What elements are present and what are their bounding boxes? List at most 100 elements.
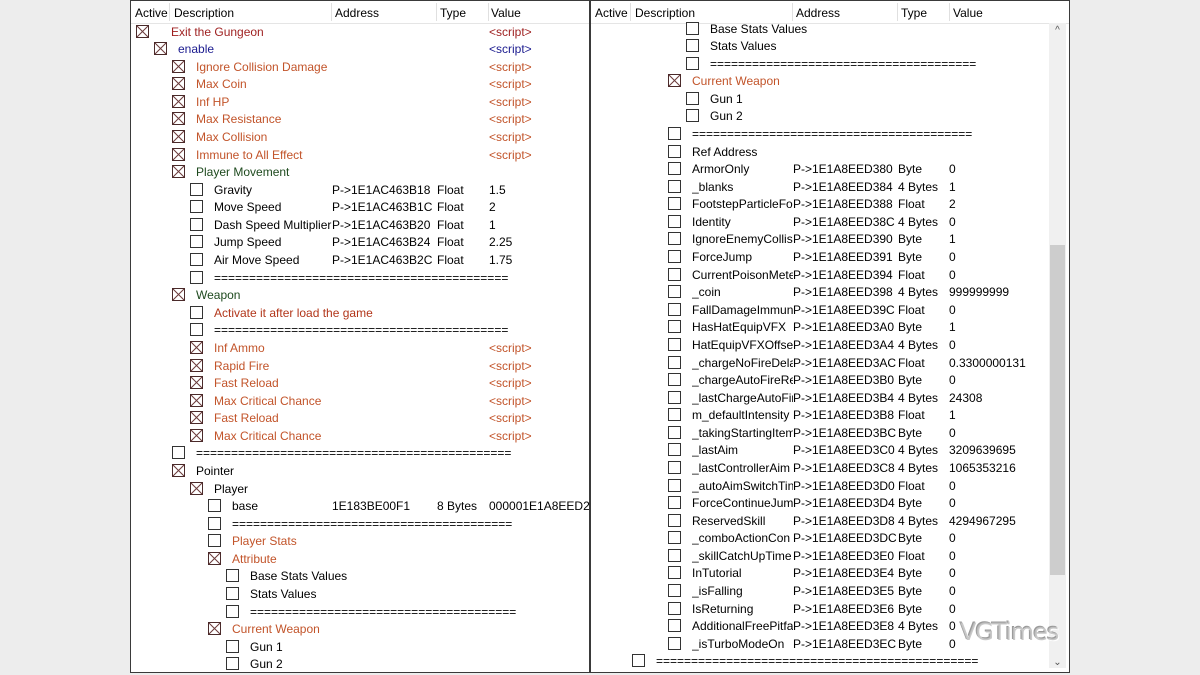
entry-description[interactable]: _chargeNoFireDela	[692, 356, 793, 370]
entry-value[interactable]: 3209639695	[949, 443, 1016, 457]
table-row[interactable]: enable <script>	[131, 40, 589, 58]
entry-value[interactable]: <script>	[489, 411, 532, 425]
checkbox[interactable]	[668, 548, 681, 562]
checkbox-checked[interactable]	[208, 622, 221, 636]
table-row[interactable]: _blanks P->1E1A8EED384 4 Bytes 1	[591, 178, 1069, 196]
entry-address[interactable]: P->1E1A8EED38C	[793, 215, 895, 229]
entry-value[interactable]: 1	[949, 408, 956, 422]
checkbox-checked[interactable]	[208, 551, 221, 565]
table-row[interactable]: Player Movement	[131, 163, 589, 181]
entry-type[interactable]: Byte	[898, 373, 922, 387]
checkbox-checked[interactable]	[172, 59, 185, 73]
entry-description[interactable]: ======================================	[250, 605, 571, 619]
entry-value[interactable]: 1.75	[489, 253, 512, 267]
checkbox[interactable]	[668, 197, 681, 211]
chevron-up-icon[interactable]: ^	[1049, 25, 1066, 36]
checkbox-checked[interactable]	[190, 340, 203, 354]
entry-address[interactable]: P->1E1A8EED394	[793, 268, 893, 282]
checkbox[interactable]	[668, 267, 681, 281]
vertical-scrollbar[interactable]: ^ ⌄	[1049, 23, 1066, 668]
checkbox[interactable]	[226, 587, 239, 601]
entry-value[interactable]: <script>	[489, 376, 532, 390]
checkbox-checked[interactable]	[172, 288, 185, 302]
checkbox[interactable]	[668, 302, 681, 316]
header-type[interactable]: Type	[901, 6, 927, 20]
entry-description[interactable]: ========================================	[232, 517, 571, 531]
checkbox-checked[interactable]	[668, 74, 681, 88]
table-row[interactable]: Player Stats	[131, 532, 589, 550]
entry-value[interactable]: 0	[949, 162, 956, 176]
checkbox[interactable]	[668, 461, 681, 474]
entry-value[interactable]: 2.25	[489, 235, 512, 249]
checkbox[interactable]	[668, 425, 681, 439]
entry-type[interactable]: 8 Bytes	[437, 499, 477, 513]
entry-description[interactable]: Move Speed	[214, 200, 332, 214]
entry-description[interactable]: Current Weapon	[692, 74, 1031, 88]
checkbox[interactable]	[668, 566, 681, 580]
header-active[interactable]: Active	[135, 6, 168, 20]
entry-description[interactable]: Identity	[692, 215, 793, 229]
table-row[interactable]: Ignore Collision Damage <script>	[131, 58, 589, 76]
entry-description[interactable]: _lastAim	[692, 443, 793, 457]
scrollbar-thumb[interactable]	[1050, 244, 1065, 575]
table-row[interactable]: _autoAimSwitchTin P->1E1A8EED3D0 Float 0	[591, 477, 1069, 495]
entry-type[interactable]: Byte	[898, 531, 922, 545]
entry-type[interactable]: 4 Bytes	[898, 180, 938, 194]
entry-address[interactable]: P->1E1A8EED3B0	[793, 373, 894, 387]
entry-type[interactable]: Float	[437, 235, 464, 249]
entry-address[interactable]: P->1E1AC463B1C	[332, 200, 432, 214]
entry-type[interactable]: Float	[898, 479, 925, 493]
table-row[interactable]: Gravity P->1E1AC463B18 Float 1.5	[131, 181, 589, 199]
table-row[interactable]: IgnoreEnemyCollisi P->1E1A8EED390 Byte 1	[591, 230, 1069, 248]
table-row[interactable]: ForceContinueJum P->1E1A8EED3D4 Byte 0	[591, 494, 1069, 512]
entry-value[interactable]: 2	[949, 197, 956, 211]
entry-description[interactable]: Player	[214, 482, 571, 496]
column-divider[interactable]	[169, 3, 170, 21]
checkbox[interactable]	[226, 639, 239, 653]
table-row[interactable]: Immune to All Effect <script>	[131, 146, 589, 164]
checkbox[interactable]	[668, 636, 681, 650]
entry-description[interactable]: Stats Values	[710, 39, 1031, 53]
entry-address[interactable]: P->1E1A8EED3B4	[793, 391, 894, 405]
entry-description[interactable]: Gravity	[214, 183, 332, 197]
column-divider[interactable]	[949, 3, 950, 21]
checkbox[interactable]	[190, 182, 203, 196]
table-row[interactable]: InTutorial P->1E1A8EED3E4 Byte 0	[591, 564, 1069, 582]
checkbox[interactable]	[668, 478, 681, 492]
entry-address[interactable]: P->1E1A8EED384	[793, 180, 893, 194]
checkbox[interactable]	[668, 513, 681, 527]
entry-address[interactable]: P->1E1A8EED391	[793, 250, 893, 264]
checkbox[interactable]	[668, 214, 681, 228]
checkbox[interactable]	[668, 144, 681, 158]
entry-description[interactable]: Ref Address	[692, 145, 1031, 159]
entry-address[interactable]: P->1E1A8EED3A4	[793, 338, 894, 352]
entry-type[interactable]: Byte	[898, 566, 922, 580]
checkbox[interactable]	[668, 355, 681, 369]
entry-type[interactable]: Byte	[898, 637, 922, 651]
checkbox[interactable]	[686, 109, 699, 123]
checkbox[interactable]	[668, 531, 681, 545]
checkbox[interactable]	[226, 657, 239, 671]
entry-type[interactable]: Byte	[898, 584, 922, 598]
entry-description[interactable]: ========================================	[692, 127, 1031, 141]
table-row[interactable]: Current Weapon	[131, 620, 589, 638]
entry-value[interactable]: 1	[949, 232, 956, 246]
entry-value[interactable]: 0	[949, 250, 956, 264]
checkbox[interactable]	[668, 443, 681, 457]
entry-value[interactable]: 0	[949, 566, 956, 580]
table-row[interactable]: Player	[131, 480, 589, 498]
entry-description[interactable]: Pointer	[196, 464, 571, 478]
entry-address[interactable]: P->1E1A8EED3DC	[793, 531, 897, 545]
entry-description[interactable]: Base Stats Values	[710, 22, 1031, 36]
chevron-down-icon[interactable]: ⌄	[1049, 657, 1066, 668]
table-row[interactable]: Max Collision <script>	[131, 128, 589, 146]
checkbox[interactable]	[190, 253, 203, 267]
table-row[interactable]: HatEquipVFXOffset P->1E1A8EED3A4 4 Bytes 0	[591, 336, 1069, 354]
entry-type[interactable]: Float	[898, 303, 925, 317]
entry-description[interactable]: base	[232, 499, 332, 513]
entry-type[interactable]: 4 Bytes	[898, 443, 938, 457]
entry-description[interactable]: IgnoreEnemyCollisi	[692, 232, 793, 246]
checkbox-checked[interactable]	[172, 464, 185, 477]
entry-value[interactable]: 000001E1A8EED200	[489, 499, 589, 513]
checkbox[interactable]	[668, 373, 681, 387]
